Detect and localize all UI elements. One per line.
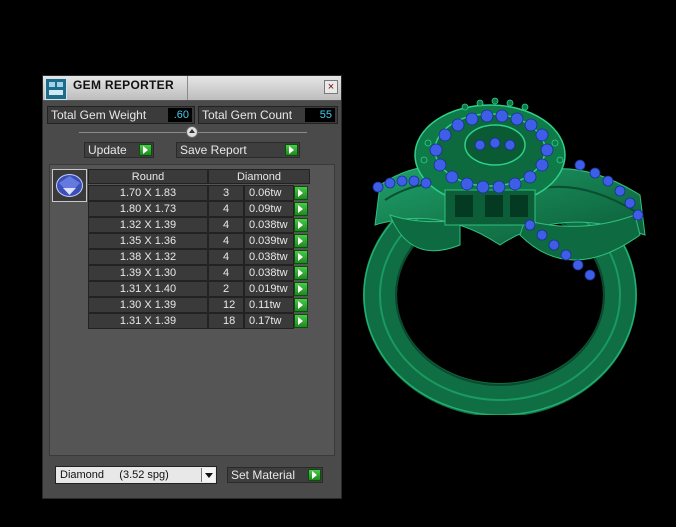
- play-arrow-icon[interactable]: [294, 298, 308, 312]
- play-arrow-icon[interactable]: [294, 202, 308, 216]
- total-gem-count-field: Total Gem Count 55: [198, 106, 338, 124]
- gem-count: 4: [208, 217, 244, 233]
- panel-title: GEM REPORTER: [73, 78, 174, 92]
- gem-count: 4: [208, 233, 244, 249]
- gem-size: 1.38 X 1.32: [88, 249, 208, 265]
- play-arrow-icon[interactable]: [294, 218, 308, 232]
- gem-count: 18: [208, 313, 244, 329]
- table-row[interactable]: 1.38 X 1.32 4 0.038tw: [88, 249, 308, 265]
- play-arrow-icon[interactable]: [294, 282, 308, 296]
- round-gem-icon[interactable]: [52, 169, 87, 202]
- play-arrow-icon[interactable]: [294, 234, 308, 248]
- gem-size: 1.39 X 1.30: [88, 265, 208, 281]
- total-gem-count-value: 55: [305, 108, 335, 122]
- material-select-value: Diamond (3.52 spg): [60, 469, 169, 481]
- gem-weight: 0.06tw: [244, 185, 294, 201]
- gem-weight: 0.038tw: [244, 265, 294, 281]
- table-row[interactable]: 1.31 X 1.39 18 0.17tw: [88, 313, 308, 329]
- table-row[interactable]: 1.70 X 1.83 3 0.06tw: [88, 185, 308, 201]
- gem-size: 1.35 X 1.36: [88, 233, 208, 249]
- gem-weight: 0.019tw: [244, 281, 294, 297]
- gem-count: 4: [208, 265, 244, 281]
- total-gem-weight-field: Total Gem Weight .60: [47, 106, 195, 124]
- gem-weight: 0.11tw: [244, 297, 294, 313]
- gem-count: 2: [208, 281, 244, 297]
- gem-weight: 0.17tw: [244, 313, 294, 329]
- table-row[interactable]: 1.31 X 1.40 2 0.019tw: [88, 281, 308, 297]
- save-report-button-label: Save Report: [180, 143, 247, 157]
- gem-count: 4: [208, 249, 244, 265]
- gem-weight: 0.09tw: [244, 201, 294, 217]
- table-row[interactable]: 1.30 X 1.39 12 0.11tw: [88, 297, 308, 313]
- update-button[interactable]: Update: [84, 142, 154, 158]
- total-gem-weight-value: .60: [168, 108, 192, 122]
- gem-weight: 0.039tw: [244, 233, 294, 249]
- material-select[interactable]: Diamond (3.52 spg): [55, 466, 217, 484]
- gem-size: 1.31 X 1.39: [88, 313, 208, 329]
- play-arrow-icon[interactable]: [285, 144, 298, 156]
- gem-reporter-app-icon: [45, 78, 67, 100]
- play-arrow-icon[interactable]: [294, 186, 308, 200]
- gem-weight: 0.038tw: [244, 217, 294, 233]
- title-divider: [187, 76, 188, 100]
- save-report-button[interactable]: Save Report: [176, 142, 300, 158]
- gem-count: 12: [208, 297, 244, 313]
- ring-model[interactable]: [350, 95, 650, 415]
- table-row[interactable]: 1.32 X 1.39 4 0.038tw: [88, 217, 308, 233]
- play-arrow-icon[interactable]: [294, 250, 308, 264]
- total-gem-weight-label: Total Gem Weight: [51, 108, 147, 122]
- column-header-shape: Round: [88, 169, 208, 184]
- table-row[interactable]: 1.39 X 1.30 4 0.038tw: [88, 265, 308, 281]
- gem-size: 1.80 X 1.73: [88, 201, 208, 217]
- play-arrow-icon[interactable]: [308, 469, 321, 481]
- gem-count: 4: [208, 201, 244, 217]
- chevron-down-icon[interactable]: [201, 468, 215, 482]
- gem-weight: 0.038tw: [244, 249, 294, 265]
- table-row[interactable]: 1.35 X 1.36 4 0.039tw: [88, 233, 308, 249]
- slider-handle[interactable]: [186, 126, 198, 138]
- play-arrow-icon[interactable]: [294, 314, 308, 328]
- title-bar[interactable]: GEM REPORTER ×: [43, 76, 341, 101]
- gem-count: 3: [208, 185, 244, 201]
- gem-size: 1.32 X 1.39: [88, 217, 208, 233]
- gem-size: 1.30 X 1.39: [88, 297, 208, 313]
- gem-reporter-panel: GEM REPORTER × Total Gem Weight .60 Tota…: [42, 75, 342, 499]
- total-gem-count-label: Total Gem Count: [202, 108, 293, 122]
- close-icon[interactable]: ×: [324, 80, 338, 94]
- gem-size: 1.70 X 1.83: [88, 185, 208, 201]
- play-arrow-icon[interactable]: [294, 266, 308, 280]
- set-material-button[interactable]: Set Material: [227, 467, 323, 483]
- column-header-material: Diamond: [208, 169, 310, 184]
- table-row[interactable]: 1.80 X 1.73 4 0.09tw: [88, 201, 308, 217]
- update-button-label: Update: [88, 143, 127, 157]
- play-arrow-icon[interactable]: [139, 144, 152, 156]
- set-material-button-label: Set Material: [231, 468, 296, 482]
- gem-size: 1.31 X 1.40: [88, 281, 208, 297]
